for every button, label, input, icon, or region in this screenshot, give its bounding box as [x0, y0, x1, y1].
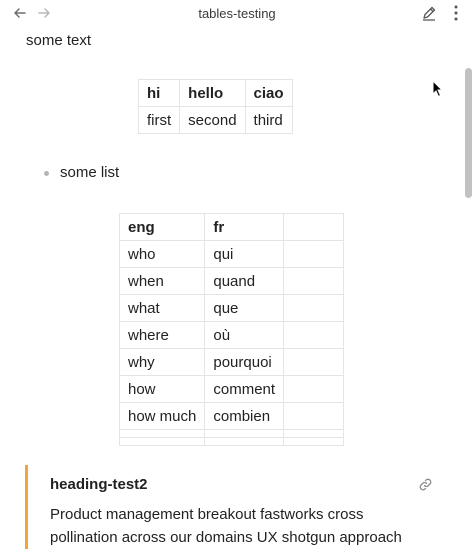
table-header-row: eng fr	[118, 213, 345, 241]
table-cell[interactable]: why	[118, 348, 206, 376]
pencil-icon[interactable]	[421, 5, 437, 21]
table-row: how comment	[118, 375, 345, 403]
table-header-cell[interactable]: ciao	[244, 79, 293, 107]
table-row: who qui	[118, 240, 345, 268]
table-translations: eng fr who qui when quand what que where…	[118, 213, 345, 446]
mouse-cursor-icon	[432, 80, 444, 98]
table-cell[interactable]: qui	[204, 240, 285, 268]
table-cell[interactable]: first	[137, 106, 181, 134]
table-row-empty	[118, 437, 345, 446]
table-row: what que	[118, 294, 345, 322]
table-cell[interactable]: second	[179, 106, 246, 134]
table-cell[interactable]	[283, 267, 345, 295]
table-cell[interactable]: how	[118, 375, 206, 403]
callout-block: heading-test2 Product management breakou…	[25, 465, 465, 549]
table-cell[interactable]: où	[204, 321, 285, 349]
table-header-cell[interactable]: hi	[137, 79, 181, 107]
table-cell[interactable]: who	[118, 240, 206, 268]
table-cell[interactable]: comment	[204, 375, 285, 403]
table-row-empty	[118, 429, 345, 438]
table-cell[interactable]: combien	[204, 402, 285, 430]
callout-body-text: Product management breakout fastworks cr…	[50, 506, 402, 546]
table-header-row: hi hello ciao	[137, 79, 293, 107]
table-row: first second third	[137, 106, 293, 134]
table-row: how much combien	[118, 402, 345, 430]
callout-heading: heading-test2	[50, 476, 148, 493]
table-row: when quand	[118, 267, 345, 295]
table-cell[interactable]: what	[118, 294, 206, 322]
table-cell[interactable]: where	[118, 321, 206, 349]
top-toolbar: tables-testing	[0, 0, 474, 26]
table-header-cell[interactable]: fr	[204, 213, 285, 241]
table-header-cell[interactable]: hello	[179, 79, 246, 107]
table-cell[interactable]: when	[118, 267, 206, 295]
table-header-cell[interactable]	[283, 213, 345, 241]
table-cell[interactable]	[283, 375, 345, 403]
link-icon[interactable]	[418, 477, 433, 492]
list-bullet	[44, 171, 49, 176]
paragraph-text: some text	[26, 32, 92, 49]
window-title: tables-testing	[198, 6, 276, 21]
table-header-cell[interactable]: eng	[118, 213, 206, 241]
table-cell[interactable]: quand	[204, 267, 285, 295]
table-cell[interactable]: third	[244, 106, 293, 134]
more-vertical-icon[interactable]	[448, 4, 464, 22]
table-cell[interactable]: how much	[118, 402, 206, 430]
table-cell[interactable]: que	[204, 294, 285, 322]
table-cell[interactable]	[283, 429, 345, 438]
table-row: where où	[118, 321, 345, 349]
table-cell[interactable]	[204, 429, 285, 438]
table-row: why pourquoi	[118, 348, 345, 376]
table-cell[interactable]	[283, 437, 345, 446]
scrollbar-thumb[interactable]	[465, 68, 472, 198]
table-cell[interactable]	[283, 294, 345, 322]
table-cell[interactable]: pourquoi	[204, 348, 285, 376]
table-cell[interactable]	[283, 348, 345, 376]
table-cell[interactable]	[118, 429, 206, 438]
table-cell[interactable]	[118, 437, 206, 446]
table-greetings: hi hello ciao first second third	[137, 79, 293, 134]
table-cell[interactable]	[283, 321, 345, 349]
table-cell[interactable]	[283, 402, 345, 430]
table-cell[interactable]	[204, 437, 285, 446]
table-cell[interactable]	[283, 240, 345, 268]
list-item: some list	[60, 164, 120, 181]
